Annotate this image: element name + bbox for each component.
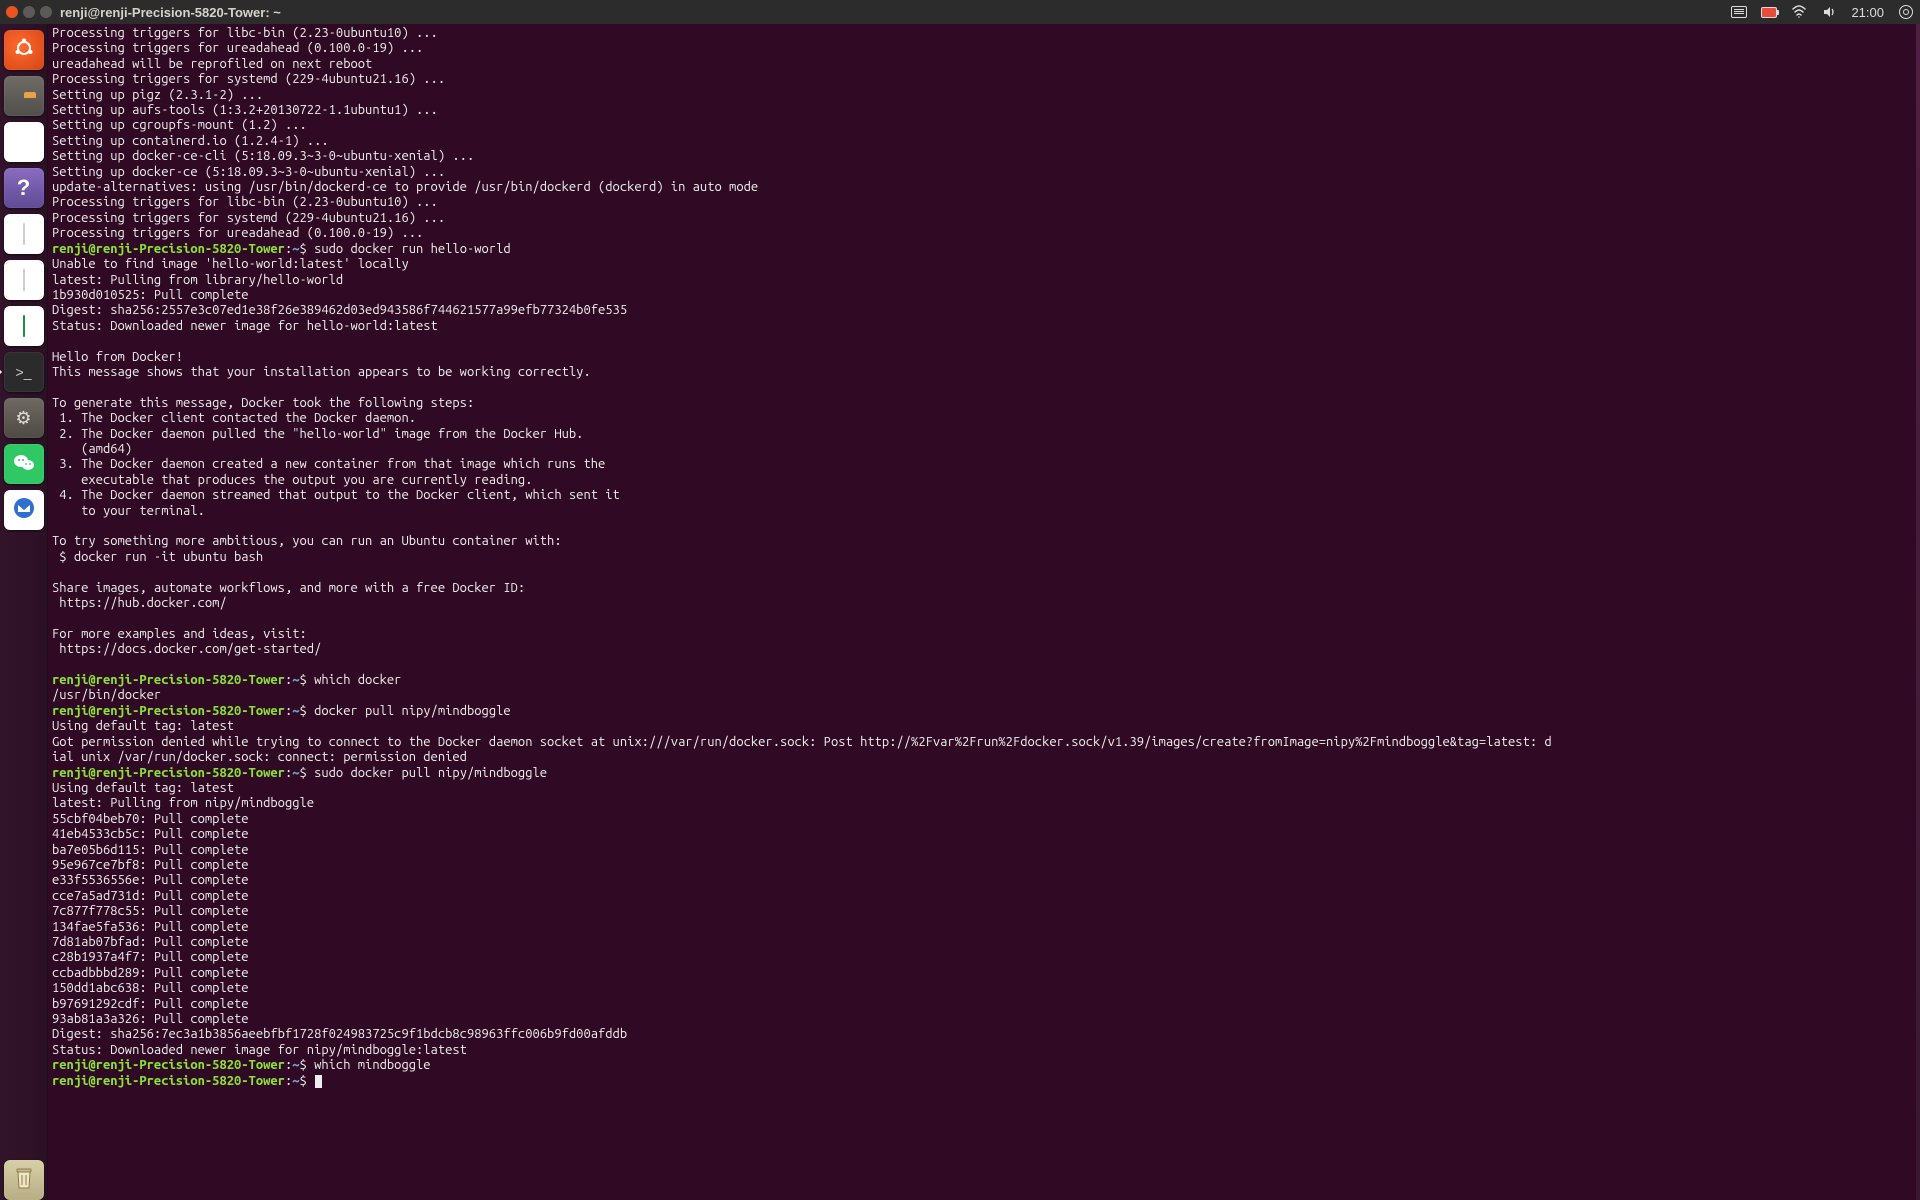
help-icon: ? (17, 175, 30, 201)
cursor (315, 1075, 322, 1088)
maximize-icon[interactable] (40, 6, 52, 18)
launcher-settings[interactable]: ⚙ (4, 398, 44, 438)
launcher-wechat[interactable] (4, 444, 44, 484)
wifi-icon[interactable] (1791, 4, 1807, 20)
trash-icon (14, 1166, 34, 1195)
menubar-indicators: 21:00 (1731, 4, 1914, 20)
window-controls (6, 6, 52, 18)
launcher-trash[interactable] (4, 1160, 44, 1200)
launcher-dash[interactable] (4, 30, 44, 70)
launcher-chromium[interactable] (4, 122, 44, 162)
launcher-impress[interactable] (4, 260, 44, 300)
battery-icon[interactable] (1761, 4, 1777, 20)
impress-icon (23, 270, 25, 291)
wechat-icon (12, 453, 36, 476)
gear-icon[interactable] (1898, 4, 1914, 20)
close-icon[interactable] (6, 6, 18, 18)
terminal-icon: >_ (16, 364, 32, 380)
minimize-icon[interactable] (23, 6, 35, 18)
writer-icon (23, 224, 25, 245)
launcher: ? >_ ⚙ (0, 24, 48, 1200)
clock[interactable]: 21:00 (1851, 5, 1884, 20)
thunderbird-icon (12, 496, 36, 525)
launcher-writer[interactable] (4, 214, 44, 254)
settings-icon: ⚙ (15, 408, 31, 429)
launcher-calc[interactable] (4, 306, 44, 346)
terminal[interactable]: Processing triggers for libc-bin (2.23-0… (48, 24, 1920, 1200)
calc-icon (23, 316, 25, 337)
keyboard-indicator-icon[interactable] (1731, 4, 1747, 20)
launcher-help[interactable]: ? (4, 168, 44, 208)
ubuntu-icon (13, 37, 35, 64)
menubar: renji@renji-Precision-5820-Tower: ~ 21:0… (0, 0, 1920, 24)
launcher-files[interactable] (4, 76, 44, 116)
launcher-terminal[interactable]: >_ (4, 352, 44, 392)
launcher-thunderbird[interactable] (4, 490, 44, 530)
sound-icon[interactable] (1821, 4, 1837, 20)
window-title: renji@renji-Precision-5820-Tower: ~ (60, 5, 281, 20)
